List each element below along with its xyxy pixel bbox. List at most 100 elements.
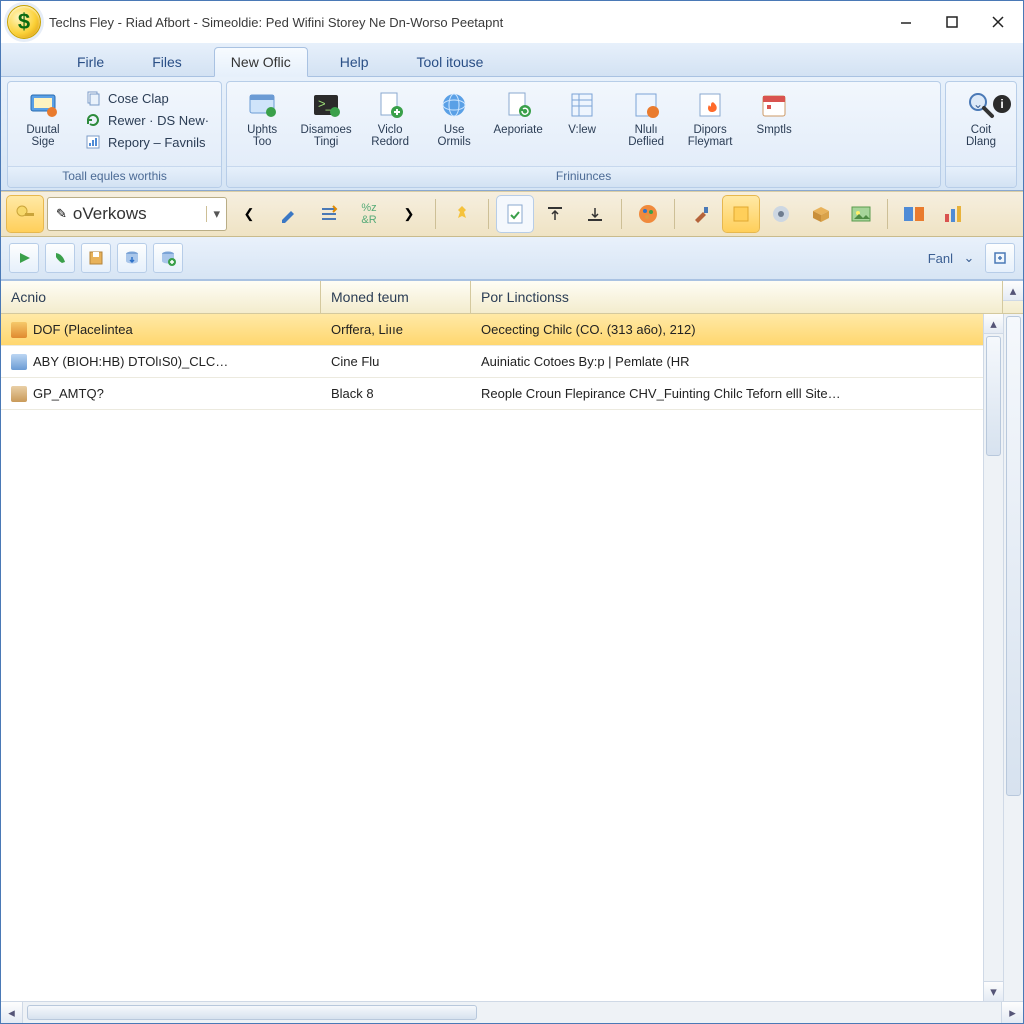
use-ormils-button[interactable]: Use Ormils bbox=[425, 86, 483, 166]
header-scroll-spacer: ▴ bbox=[1003, 281, 1023, 313]
align-bottom-button[interactable] bbox=[577, 196, 613, 232]
toolbar: ✎ oVerkows ▾ ❮ %z&R ❯ bbox=[1, 191, 1023, 237]
picture-button[interactable] bbox=[843, 196, 879, 232]
nav-next-button[interactable]: ❯ bbox=[391, 196, 427, 232]
window-title: Teclns Fley - Riad Afbort - Simeoldie: P… bbox=[49, 15, 883, 30]
chart-button[interactable] bbox=[936, 196, 972, 232]
chevron-down-icon: ▾ bbox=[206, 206, 220, 222]
scroll-thumb[interactable] bbox=[986, 336, 1001, 456]
sheet-gear-icon bbox=[629, 88, 663, 122]
grid-header: Acnio Moned teum Por Linctionss ▴ bbox=[1, 281, 1023, 314]
expand-button[interactable] bbox=[985, 243, 1015, 273]
rewer-dsnew-button[interactable]: Rewer · DS New· bbox=[78, 110, 215, 130]
row-icon bbox=[11, 354, 27, 370]
disamoes-tingi-button[interactable]: >_Disamoes Tingi bbox=[297, 86, 355, 166]
smptls-button[interactable]: Smptls bbox=[745, 86, 803, 166]
close-button[interactable] bbox=[975, 5, 1021, 39]
scroll-thumb[interactable] bbox=[1006, 316, 1021, 796]
scroll-up-icon[interactable]: ▴ bbox=[984, 314, 1003, 334]
view-selector-value: oVerkows bbox=[73, 204, 147, 224]
sheet-icon bbox=[565, 88, 599, 122]
dipors-fleymart-button[interactable]: Dipors Fleymart bbox=[681, 86, 739, 166]
uphts-too-button[interactable]: Uphts Too bbox=[233, 86, 291, 166]
chevron-down-icon[interactable]: ⌄ bbox=[959, 243, 979, 273]
terminal-icon: >_ bbox=[309, 88, 343, 122]
aeporiate-button[interactable]: Aeporiate bbox=[489, 86, 547, 166]
tab-new-oflic[interactable]: New Oflic bbox=[214, 47, 308, 77]
pointer-icon: ✎ bbox=[56, 206, 67, 222]
app-icon: $ bbox=[7, 5, 41, 39]
cose-clap-button[interactable]: Cose Clap bbox=[78, 88, 215, 108]
report-icon bbox=[84, 133, 102, 151]
align-top-button[interactable] bbox=[537, 196, 573, 232]
scroll-up-icon[interactable]: ▴ bbox=[1003, 281, 1023, 301]
table-row[interactable]: GP_AMTQ? Black 8 Reople Croun Flepirance… bbox=[1, 378, 983, 410]
ribbon: ⌄ i Firle Files New Oflic Help Tool itou… bbox=[1, 43, 1023, 191]
column-acnio[interactable]: Acnio bbox=[1, 281, 321, 313]
view-selector[interactable]: ✎ oVerkows ▾ bbox=[47, 197, 227, 231]
call-button[interactable] bbox=[45, 243, 75, 273]
scroll-thumb[interactable] bbox=[27, 1005, 477, 1020]
db-add-button[interactable] bbox=[153, 243, 183, 273]
grid-vscroll-outer[interactable] bbox=[1003, 314, 1023, 1001]
document-plus-icon bbox=[373, 88, 407, 122]
duutal-sige-button[interactable]: Duutal Sige bbox=[14, 86, 72, 166]
sheet-fire-icon bbox=[693, 88, 727, 122]
table-row[interactable]: ABY (BIOH:HB) DTOlıS0)_CLC… Cine Flu Aui… bbox=[1, 346, 983, 378]
grid-hscroll[interactable]: ◂ ▸ bbox=[1, 1001, 1023, 1023]
pin-button[interactable] bbox=[444, 196, 480, 232]
db-down-button[interactable] bbox=[117, 243, 147, 273]
globe-icon bbox=[437, 88, 471, 122]
list-check-button[interactable] bbox=[311, 196, 347, 232]
doc-check-button[interactable] bbox=[497, 196, 533, 232]
repory-favnils-button[interactable]: Repory – Favnils bbox=[78, 132, 215, 152]
row-icon bbox=[11, 322, 27, 338]
gear-button[interactable] bbox=[763, 196, 799, 232]
nluli-deflied-button[interactable]: Nlulı Deflied bbox=[617, 86, 675, 166]
key-button[interactable] bbox=[7, 196, 43, 232]
ribbon-group-1-label: Toall equles worthis bbox=[8, 166, 221, 187]
fanl-label: Fanl bbox=[928, 251, 953, 266]
scroll-down-icon[interactable]: ▾ bbox=[984, 981, 1003, 1001]
note-button[interactable] bbox=[723, 196, 759, 232]
title-bar: $ Teclns Fley - Riad Afbort - Simeoldie:… bbox=[1, 1, 1023, 43]
tab-firle[interactable]: Firle bbox=[61, 48, 120, 76]
refresh-icon bbox=[84, 111, 102, 129]
copy-icon bbox=[84, 89, 102, 107]
info-icon[interactable]: i bbox=[993, 95, 1011, 113]
ribbon-tabs: Firle Files New Oflic Help Tool itouse bbox=[1, 43, 1023, 77]
grid-vscroll-inner[interactable]: ▴ ▾ bbox=[983, 314, 1003, 1001]
document-refresh-icon bbox=[501, 88, 535, 122]
table-split-button[interactable] bbox=[896, 196, 932, 232]
monitor-icon bbox=[26, 88, 60, 122]
nav-prev-button[interactable]: ❮ bbox=[231, 196, 267, 232]
edit-button[interactable] bbox=[271, 196, 307, 232]
ribbon-group-2-label: Friniunces bbox=[227, 166, 940, 187]
box-button[interactable] bbox=[803, 196, 839, 232]
viclo-redord-button[interactable]: Viclo Redord bbox=[361, 86, 419, 166]
scroll-left-icon[interactable]: ◂ bbox=[1, 1002, 23, 1023]
ribbon-group-2: Uphts Too >_Disamoes Tingi Viclo Redord … bbox=[226, 81, 941, 188]
column-por-linctionss[interactable]: Por Linctionss bbox=[471, 281, 1003, 313]
vlew-button[interactable]: V:lew bbox=[553, 86, 611, 166]
brush-button[interactable] bbox=[683, 196, 719, 232]
ribbon-collapse-icon[interactable]: ⌄ bbox=[973, 97, 983, 111]
minimize-button[interactable] bbox=[883, 5, 929, 39]
row-icon bbox=[11, 386, 27, 402]
tab-help[interactable]: Help bbox=[324, 48, 385, 76]
palette-button[interactable] bbox=[630, 196, 666, 232]
maximize-button[interactable] bbox=[929, 5, 975, 39]
tab-tool-itouse[interactable]: Tool itouse bbox=[401, 48, 500, 76]
percent-button[interactable]: %z&R bbox=[351, 196, 387, 232]
tab-files[interactable]: Files bbox=[136, 48, 198, 76]
column-moned-teum[interactable]: Moned teum bbox=[321, 281, 471, 313]
calendar-icon bbox=[757, 88, 791, 122]
window-icon bbox=[245, 88, 279, 122]
sub-bar: Fanl ⌄ bbox=[1, 237, 1023, 280]
run-button[interactable] bbox=[9, 243, 39, 273]
ribbon-group-1: Duutal Sige Cose Clap Rewer · DS New· Re… bbox=[7, 81, 222, 188]
table-row[interactable]: DOF (PlaceIintea Orffera, Liııe Oecectin… bbox=[1, 314, 983, 346]
save-button[interactable] bbox=[81, 243, 111, 273]
scroll-right-icon[interactable]: ▸ bbox=[1001, 1002, 1023, 1023]
grid: Acnio Moned teum Por Linctionss ▴ DOF (P… bbox=[1, 280, 1023, 1023]
